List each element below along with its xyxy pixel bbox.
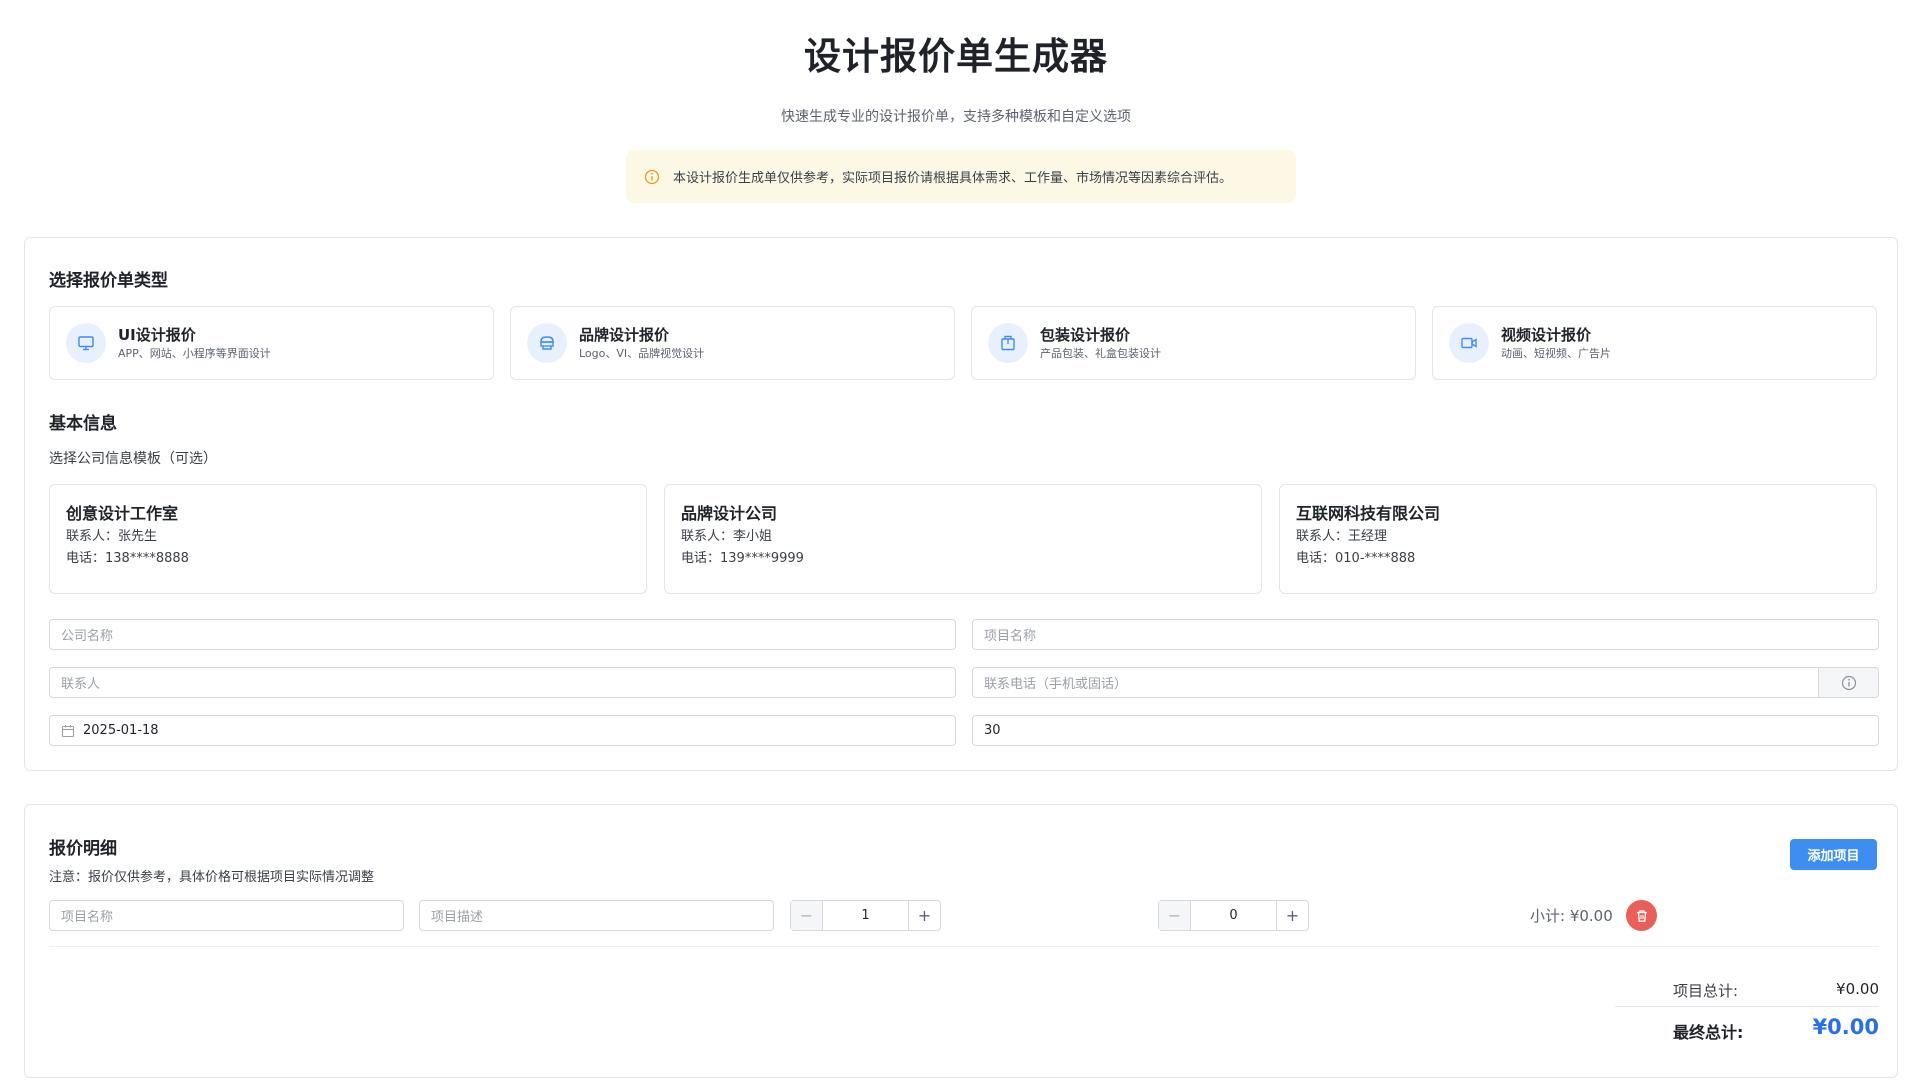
template-name: 互联网科技有限公司 [1296, 504, 1441, 523]
page-subtitle: 快速生成专业的设计报价单，支持多种模板和自定义选项 [781, 109, 1131, 125]
items-total-label: 项目总计: [1673, 982, 1739, 1000]
valid-days-value: 30 [984, 723, 1001, 738]
template-card[interactable]: 品牌设计公司 联系人：李小姐 电话：139****9999 [664, 484, 1262, 594]
quote-title: 报价明细 [49, 839, 117, 859]
item-name-input[interactable]: 项目名称 [49, 900, 404, 931]
template-contact: 联系人：李小姐 [681, 529, 773, 544]
template-card[interactable]: 创意设计工作室 联系人：张先生 电话：138****8888 [49, 484, 647, 594]
phone-input[interactable]: 联系电话（手机或固话） [972, 667, 1879, 698]
quote-note: 注意：报价仅供参考，具体价格可根据项目实际情况调整 [49, 870, 375, 885]
project-name-placeholder: 项目名称 [984, 629, 1037, 644]
company-name-input[interactable]: 公司名称 [49, 619, 956, 650]
notice-banner: 本设计报价生成单仅供参考，实际项目报价请根据具体需求、工作量、市场情况等因素综合… [626, 150, 1296, 203]
date-input[interactable]: 2025-01-18 [49, 715, 956, 746]
item-name-placeholder: 项目名称 [61, 910, 114, 925]
price-stepper[interactable]: − 0 + [1158, 900, 1309, 931]
quote-detail-card: 报价明细 注意：报价仅供参考，具体价格可根据项目实际情况调整 添加项目 项目名称… [24, 804, 1898, 1078]
type-card-desc: Logo、VI、品牌视觉设计 [579, 346, 705, 360]
type-card-ui[interactable]: UI设计报价 APP、网站、小程序等界面设计 [49, 306, 494, 380]
item-subtotal: 小计: ¥0.00 [1530, 907, 1613, 925]
type-card-desc: APP、网站、小程序等界面设计 [118, 346, 271, 360]
type-card-title: 包装设计报价 [1040, 325, 1131, 344]
phone-info-button[interactable] [1818, 668, 1878, 697]
basic-info-title: 基本信息 [49, 414, 117, 434]
type-card-brand[interactable]: 品牌设计报价 Logo、VI、品牌视觉设计 [510, 306, 955, 380]
date-value: 2025-01-18 [83, 723, 159, 738]
final-total-label: 最终总计: [1673, 1023, 1744, 1042]
template-phone: 电话：138****8888 [66, 551, 189, 566]
type-card-title: UI设计报价 [118, 325, 196, 344]
template-phone: 电话：139****9999 [681, 551, 804, 566]
price-decrement-button[interactable]: − [1159, 901, 1191, 930]
template-label: 选择公司信息模板（可选） [49, 451, 217, 467]
phone-placeholder: 联系电话（手机或固话） [984, 677, 1128, 692]
type-card-title: 视频设计报价 [1501, 325, 1592, 344]
template-contact: 联系人：张先生 [66, 529, 158, 544]
trash-icon [1636, 909, 1647, 922]
add-item-button[interactable]: 添加项目 [1790, 839, 1877, 870]
item-divider [49, 946, 1879, 947]
type-section-title: 选择报价单类型 [49, 271, 168, 291]
type-card-desc: 产品包装、礼盒包装设计 [1040, 346, 1161, 360]
type-card-video[interactable]: 视频设计报价 动画、短视频、广告片 [1432, 306, 1877, 380]
calendar-icon [61, 724, 75, 738]
contact-input[interactable]: 联系人 [49, 667, 956, 698]
price-value[interactable]: 0 [1191, 901, 1276, 930]
quantity-decrement-button[interactable]: − [791, 901, 823, 930]
type-card-package[interactable]: 包装设计报价 产品包装、礼盒包装设计 [971, 306, 1416, 380]
info-icon [1841, 675, 1856, 690]
type-card-title: 品牌设计报价 [579, 325, 670, 344]
settings-card: 选择报价单类型 UI设计报价 APP、网站、小程序等界面设计 品牌设计报价 Lo… [24, 237, 1898, 771]
delete-item-button[interactable] [1626, 900, 1657, 931]
notice-text: 本设计报价生成单仅供参考，实际项目报价请根据具体需求、工作量、市场情况等因素综合… [673, 171, 1233, 186]
item-desc-placeholder: 项目描述 [431, 910, 484, 925]
price-increment-button[interactable]: + [1276, 901, 1308, 930]
type-card-desc: 动画、短视频、广告片 [1501, 346, 1611, 360]
contact-placeholder: 联系人 [61, 677, 101, 692]
package-icon [988, 323, 1028, 363]
quantity-increment-button[interactable]: + [908, 901, 940, 930]
summary-divider [1615, 1006, 1879, 1007]
template-name: 创意设计工作室 [66, 504, 179, 523]
template-contact: 联系人：王经理 [1296, 529, 1388, 544]
company-name-placeholder: 公司名称 [61, 629, 114, 644]
valid-days-input[interactable]: 30 [972, 715, 1879, 746]
brand-icon [527, 323, 567, 363]
quantity-stepper[interactable]: − 1 + [790, 900, 941, 931]
project-name-input[interactable]: 项目名称 [972, 619, 1879, 650]
final-total-value: ¥0.00 [1812, 1015, 1879, 1039]
page-title: 设计报价单生成器 [804, 35, 1108, 78]
quantity-value[interactable]: 1 [823, 901, 908, 930]
template-card[interactable]: 互联网科技有限公司 联系人：王经理 电话：010-****888 [1279, 484, 1877, 594]
template-phone: 电话：010-****888 [1296, 551, 1416, 566]
info-icon [644, 169, 660, 185]
items-total-value: ¥0.00 [1836, 980, 1879, 998]
video-icon [1449, 323, 1489, 363]
monitor-icon [66, 323, 106, 363]
item-desc-input[interactable]: 项目描述 [419, 900, 774, 931]
template-name: 品牌设计公司 [681, 504, 778, 523]
